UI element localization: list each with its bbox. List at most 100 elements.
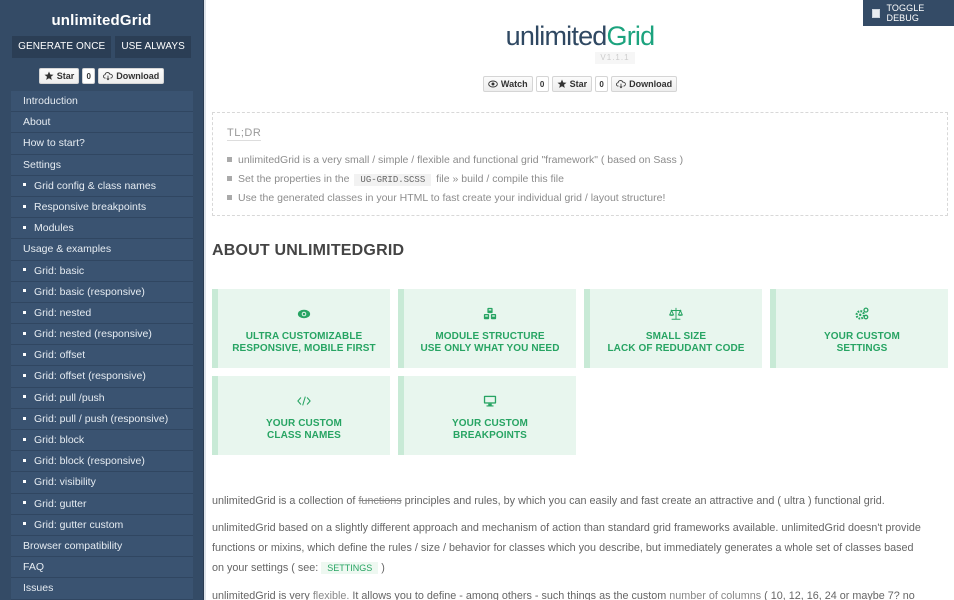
sidebar-nav-label: Settings xyxy=(23,158,61,171)
sidebar-nav-item[interactable]: Responsive breakpoints xyxy=(11,196,193,219)
star-icon xyxy=(557,79,567,88)
flex-text: It allows you to define - among others -… xyxy=(352,590,667,600)
bullet-icon xyxy=(23,289,26,293)
github-download-label: Download xyxy=(116,71,160,81)
tldr-item: Use the generated classes in your HTML t… xyxy=(227,189,933,208)
cubes-icon xyxy=(404,304,576,324)
sidebar-nav-label: Responsive breakpoints xyxy=(34,200,147,213)
strikethrough-word: functions xyxy=(358,495,402,507)
approach-text: on your settings ( see: xyxy=(212,562,319,574)
github-star-button[interactable]: Star xyxy=(38,68,80,84)
sidebar-nav-item[interactable]: Grid: gutter xyxy=(11,493,193,515)
sidebar-nav-item[interactable]: Grid: offset xyxy=(11,345,193,367)
sidebar-nav-label: Grid: pull /push xyxy=(34,391,105,404)
github-download-label: Download xyxy=(629,79,673,89)
bullet-icon xyxy=(23,225,26,229)
balance-scale-icon xyxy=(590,304,762,324)
github-star-count[interactable]: 0 xyxy=(82,68,96,84)
feature-card: MODULE STRUCTURE USE ONLY WHAT YOU NEED xyxy=(398,289,576,368)
sidebar-nav-item[interactable]: Browser compatibility xyxy=(11,535,193,558)
sidebar-nav-item[interactable]: Grid: block xyxy=(11,430,193,452)
sidebar-nav-item[interactable]: Grid: block (responsive) xyxy=(11,451,193,473)
feature-card: YOUR CUSTOM CLASS NAMES xyxy=(212,376,390,455)
code-filename: UG-GRID.SCSS xyxy=(354,174,432,186)
sidebar-nav-item[interactable]: About xyxy=(11,112,193,134)
number-of-columns-link[interactable]: number of columns xyxy=(669,590,761,600)
star-icon xyxy=(44,71,54,80)
github-watch-button[interactable]: Watch xyxy=(482,76,533,92)
feature-card-title: MODULE STRUCTURE xyxy=(435,331,545,342)
feature-card-subtitle: CLASS NAMES xyxy=(267,430,341,441)
sidebar-nav-item[interactable]: Grid: gutter custom xyxy=(11,514,193,536)
sidebar-nav-label: Introduction xyxy=(23,95,78,107)
github-star-count[interactable]: 0 xyxy=(595,76,609,92)
flexible-link[interactable]: flexible. xyxy=(313,590,350,600)
feature-card-subtitle: LACK OF REDUDANT CODE xyxy=(607,343,745,354)
feature-card: ULTRA CUSTOMIZABLE RESPONSIVE, MOBILE FIR… xyxy=(212,289,390,368)
sidebar-mode-buttons: GENERATE ONCE USE ALWAYS xyxy=(0,36,203,58)
approach-paragraph: unlimitedGrid based on a slightly differ… xyxy=(212,518,952,578)
approach-text: unlimitedGrid based on a slightly differ… xyxy=(212,522,921,534)
tldr-item: unlimitedGrid is a very small / simple /… xyxy=(227,151,933,170)
github-download-button[interactable]: Download xyxy=(611,76,678,92)
bullet-icon xyxy=(23,331,26,335)
sidebar-nav-item[interactable]: Usage & examples xyxy=(11,239,193,261)
github-watch-count[interactable]: 0 xyxy=(535,76,549,92)
sidebar-nav-item[interactable]: Grid: offset (responsive) xyxy=(11,366,193,388)
feature-card-title: YOUR CUSTOM xyxy=(452,418,528,429)
sidebar-nav-label: Grid config & class names xyxy=(34,179,156,192)
sidebar-nav-label: Grid: nested xyxy=(34,306,92,319)
bullet-icon xyxy=(23,458,26,462)
logo-part-grid: Grid xyxy=(606,21,656,51)
sidebar-nav-item[interactable]: Grid: nested xyxy=(11,302,193,325)
sidebar-nav-label: Grid: block xyxy=(34,434,85,446)
sidebar-nav-item[interactable]: Grid: pull / push (responsive) xyxy=(11,408,193,430)
cloud-download-icon xyxy=(103,72,113,81)
desktop-icon xyxy=(404,391,576,411)
flexibility-paragraph: unlimitedGrid is very flexible. It allow… xyxy=(212,586,952,600)
sidebar-nav-label: Browser compatibility xyxy=(23,539,123,552)
tldr-title: TL;DR xyxy=(227,127,262,141)
sidebar-nav-item[interactable]: Grid config & class names xyxy=(11,175,193,197)
github-star-button[interactable]: Star xyxy=(551,76,593,92)
sidebar-nav-item[interactable]: Issues xyxy=(11,578,193,600)
sidebar-nav-label: Issues xyxy=(23,582,54,595)
sidebar-nav-item[interactable]: Modules xyxy=(11,218,193,240)
sidebar-nav-item[interactable]: Grid: pull /push xyxy=(11,387,193,409)
use-always-button[interactable]: USE ALWAYS xyxy=(115,36,191,58)
github-download-button[interactable]: Download xyxy=(98,68,165,84)
sidebar-nav-item[interactable]: FAQ xyxy=(11,557,193,579)
code-icon xyxy=(218,391,390,411)
tldr-item-text: Set the properties in the xyxy=(238,173,350,185)
sidebar-nav-item[interactable]: How to start? xyxy=(11,133,193,155)
sidebar-nav-item[interactable]: Grid: basic xyxy=(11,260,193,282)
tldr-item: Set the properties in the UG-GRID.SCSS f… xyxy=(227,170,933,189)
sidebar-nav: Introduction About How to start? Settings Gr… xyxy=(11,91,193,600)
sidebar-nav-label: Grid: pull / push (responsive) xyxy=(34,412,169,425)
generate-once-button[interactable]: GENERATE ONCE xyxy=(12,36,112,58)
bullet-icon xyxy=(23,395,26,399)
main-content: unlimitedGrid V1.1.1 Watch 0 Star 0 Down… xyxy=(212,0,948,600)
sidebar-nav-label: Grid: offset xyxy=(34,349,86,362)
sidebar-nav-item[interactable]: Introduction xyxy=(11,91,193,113)
sidebar-nav-item[interactable]: Grid: visibility xyxy=(11,472,193,494)
sidebar-nav-label: Grid: basic xyxy=(34,264,85,277)
sidebar-title: unlimitedGrid xyxy=(51,12,152,29)
sidebar-nav-item[interactable]: Settings xyxy=(11,154,193,176)
sidebar-nav-label: FAQ xyxy=(23,561,45,574)
feature-card-title: ULTRA CUSTOMIZABLE xyxy=(245,331,363,342)
feature-card-title: YOUR CUSTOM xyxy=(824,331,900,342)
logo-part-unlimited: unlimited xyxy=(505,21,608,51)
settings-link[interactable]: SETTINGS xyxy=(321,562,379,574)
feature-card-subtitle: USE ONLY WHAT YOU NEED xyxy=(420,343,560,354)
sidebar-nav-item[interactable]: Grid: nested (responsive) xyxy=(11,324,193,346)
sidebar-nav-label: Grid: offset (responsive) xyxy=(34,370,146,383)
feature-card: YOUR CUSTOM BREAKPOINTS xyxy=(398,376,576,455)
eye-icon xyxy=(218,304,390,324)
sidebar-nav-label: How to start? xyxy=(23,137,85,150)
tldr-list: unlimitedGrid is a very small / simple /… xyxy=(227,151,933,208)
tldr-item-text: file » build / compile this file xyxy=(436,173,564,185)
sidebar-nav-label: About xyxy=(23,116,51,129)
sidebar-nav-item[interactable]: Grid: basic (responsive) xyxy=(11,281,193,303)
feature-card-subtitle: SETTINGS xyxy=(836,343,888,354)
